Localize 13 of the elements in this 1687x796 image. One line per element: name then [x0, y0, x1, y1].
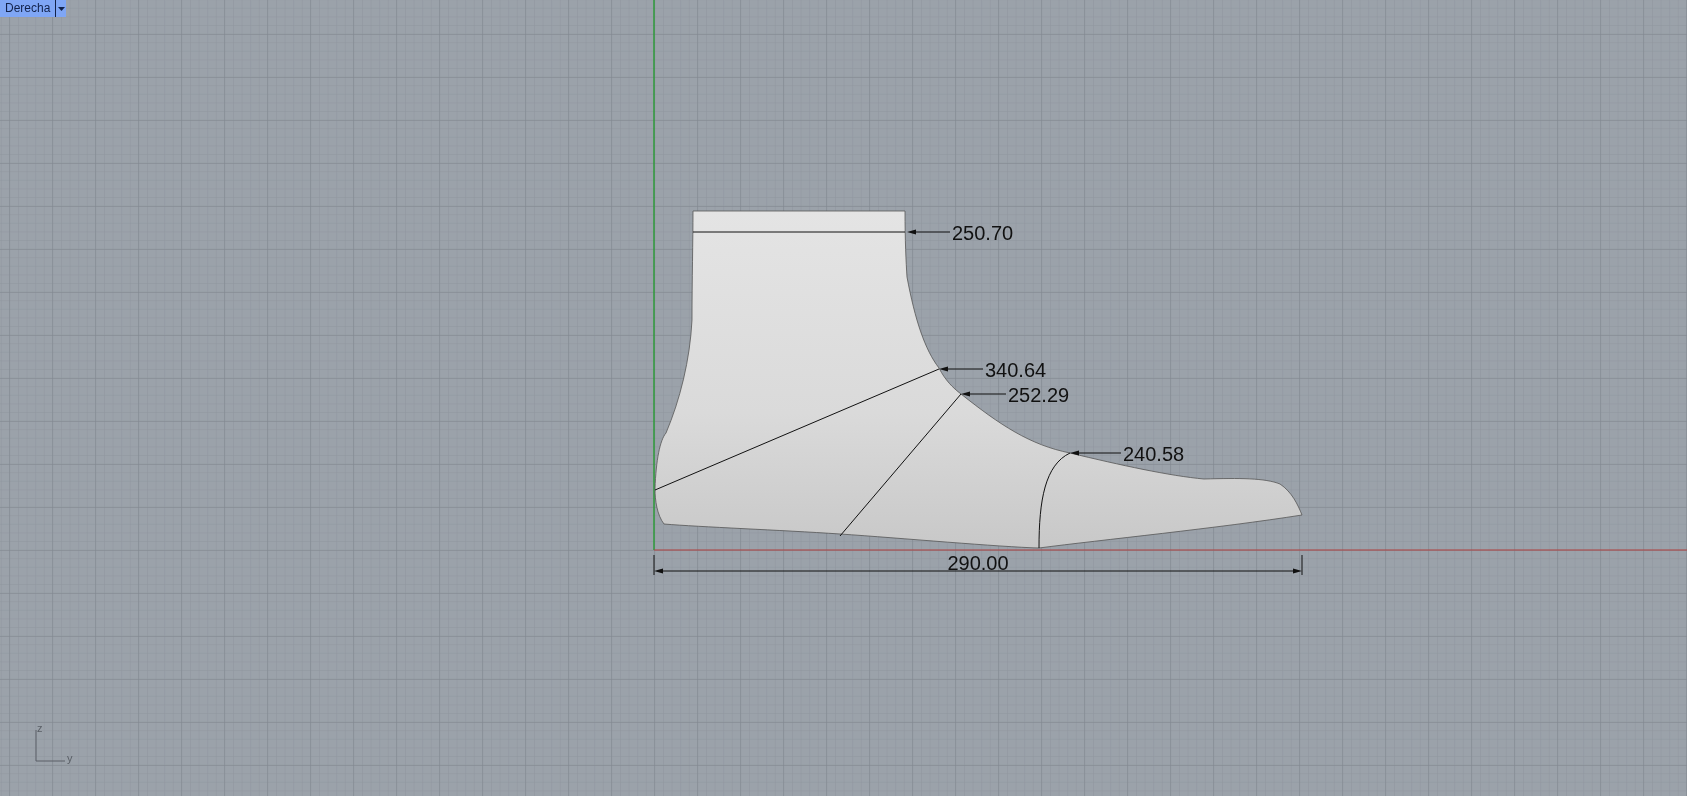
axis-label: y: [67, 752, 73, 764]
leader-line: [939, 366, 984, 372]
dimension-label: 252.29: [1008, 384, 1070, 406]
viewport-menu-button[interactable]: [55, 0, 67, 17]
axis-label: z: [37, 722, 43, 734]
dimension-label: 340.64: [985, 359, 1047, 381]
leader-line: [907, 229, 951, 235]
leader-line: [961, 391, 1007, 397]
leader-line: [1070, 450, 1122, 456]
dimension-label: 240.58: [1123, 443, 1185, 465]
caret-icon: [57, 6, 65, 11]
dimension-label: 290.00: [947, 552, 1009, 574]
dimension-label: 250.70: [952, 222, 1014, 244]
